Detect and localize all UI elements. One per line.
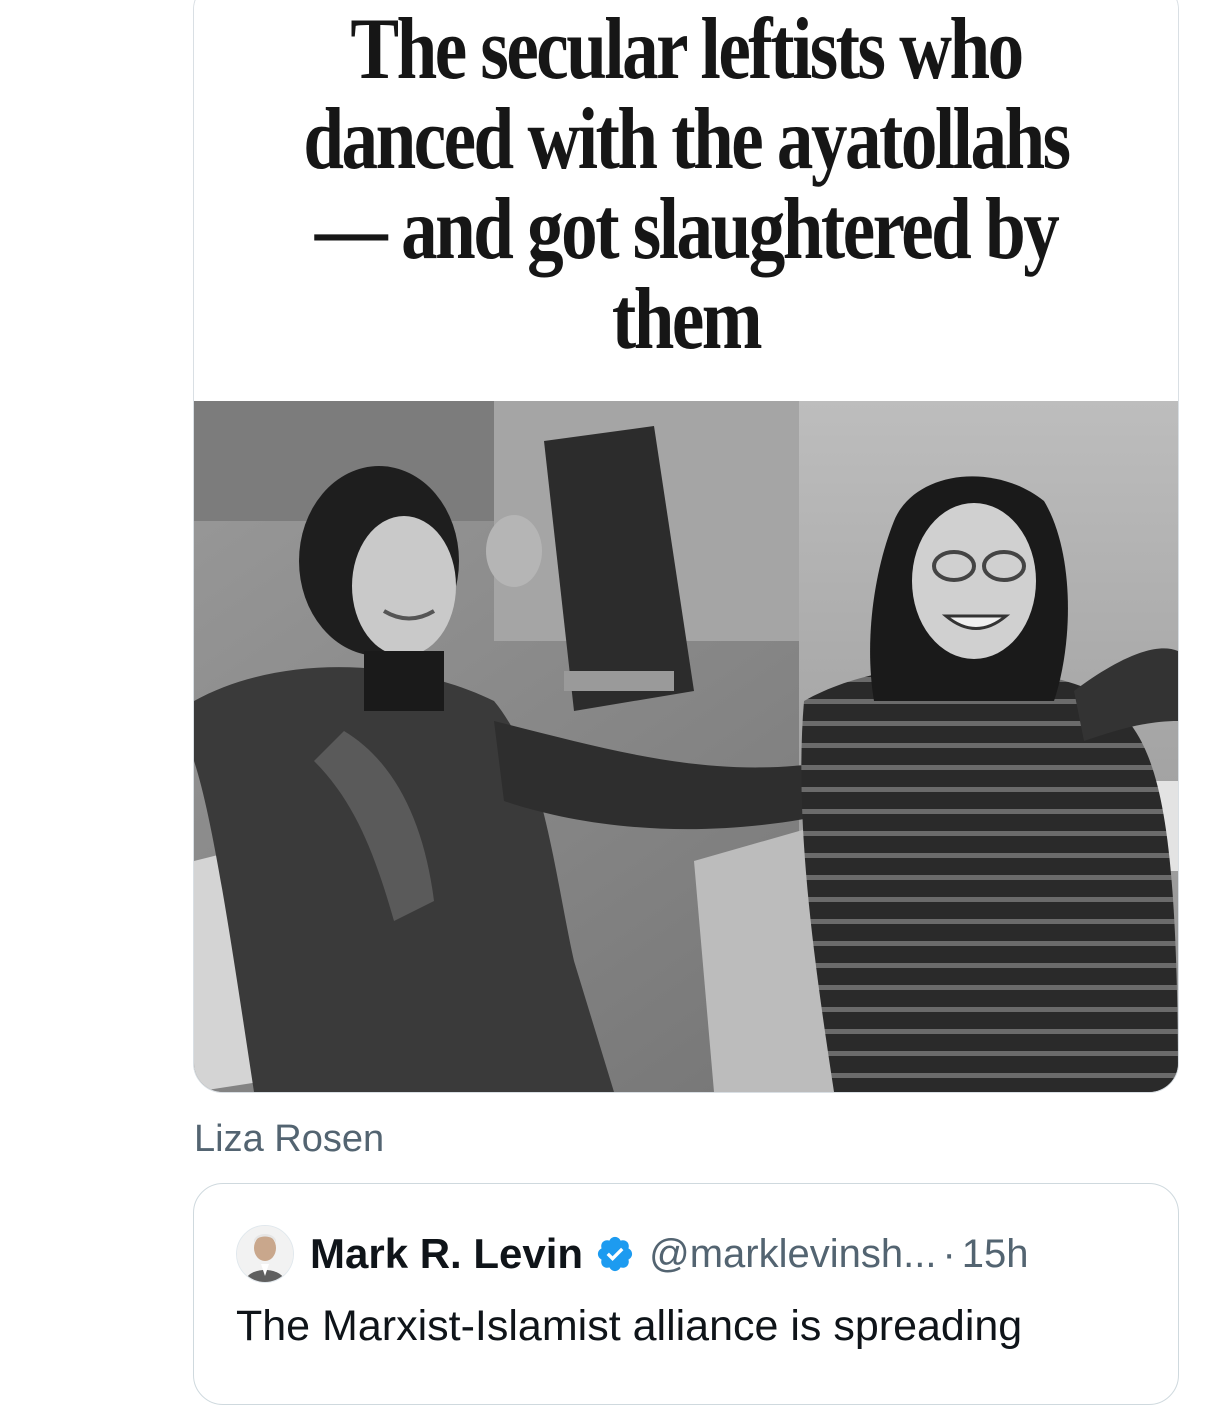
verified-badge-icon: [598, 1236, 633, 1272]
quoted-author-handle[interactable]: @marklevinsh...: [649, 1232, 936, 1277]
quoted-tweet-text: The Marxist-Islamist alliance is spreadi…: [236, 1302, 1023, 1350]
avatar[interactable]: [236, 1225, 294, 1283]
headline-panel: The secular leftists who danced with the…: [194, 1, 1178, 381]
quoted-author-name[interactable]: Mark R. Levin: [310, 1230, 583, 1278]
news-photo[interactable]: [194, 401, 1178, 1092]
image-caption: Liza Rosen: [194, 1118, 385, 1160]
quoted-tweet-card[interactable]: Mark R. Levin @marklevinsh... · 15h The …: [193, 1183, 1179, 1405]
avatar-image: [237, 1226, 293, 1282]
article-headline: The secular leftists who danced with the…: [303, 1, 1071, 368]
quoted-tweet-timestamp[interactable]: 15h: [962, 1232, 1029, 1277]
photo-illustration: [194, 401, 1178, 1092]
media-card[interactable]: The secular leftists who danced with the…: [193, 0, 1179, 1093]
separator-dot: ·: [942, 1231, 956, 1276]
quoted-tweet-header: Mark R. Levin @marklevinsh... · 15h: [236, 1224, 1029, 1284]
